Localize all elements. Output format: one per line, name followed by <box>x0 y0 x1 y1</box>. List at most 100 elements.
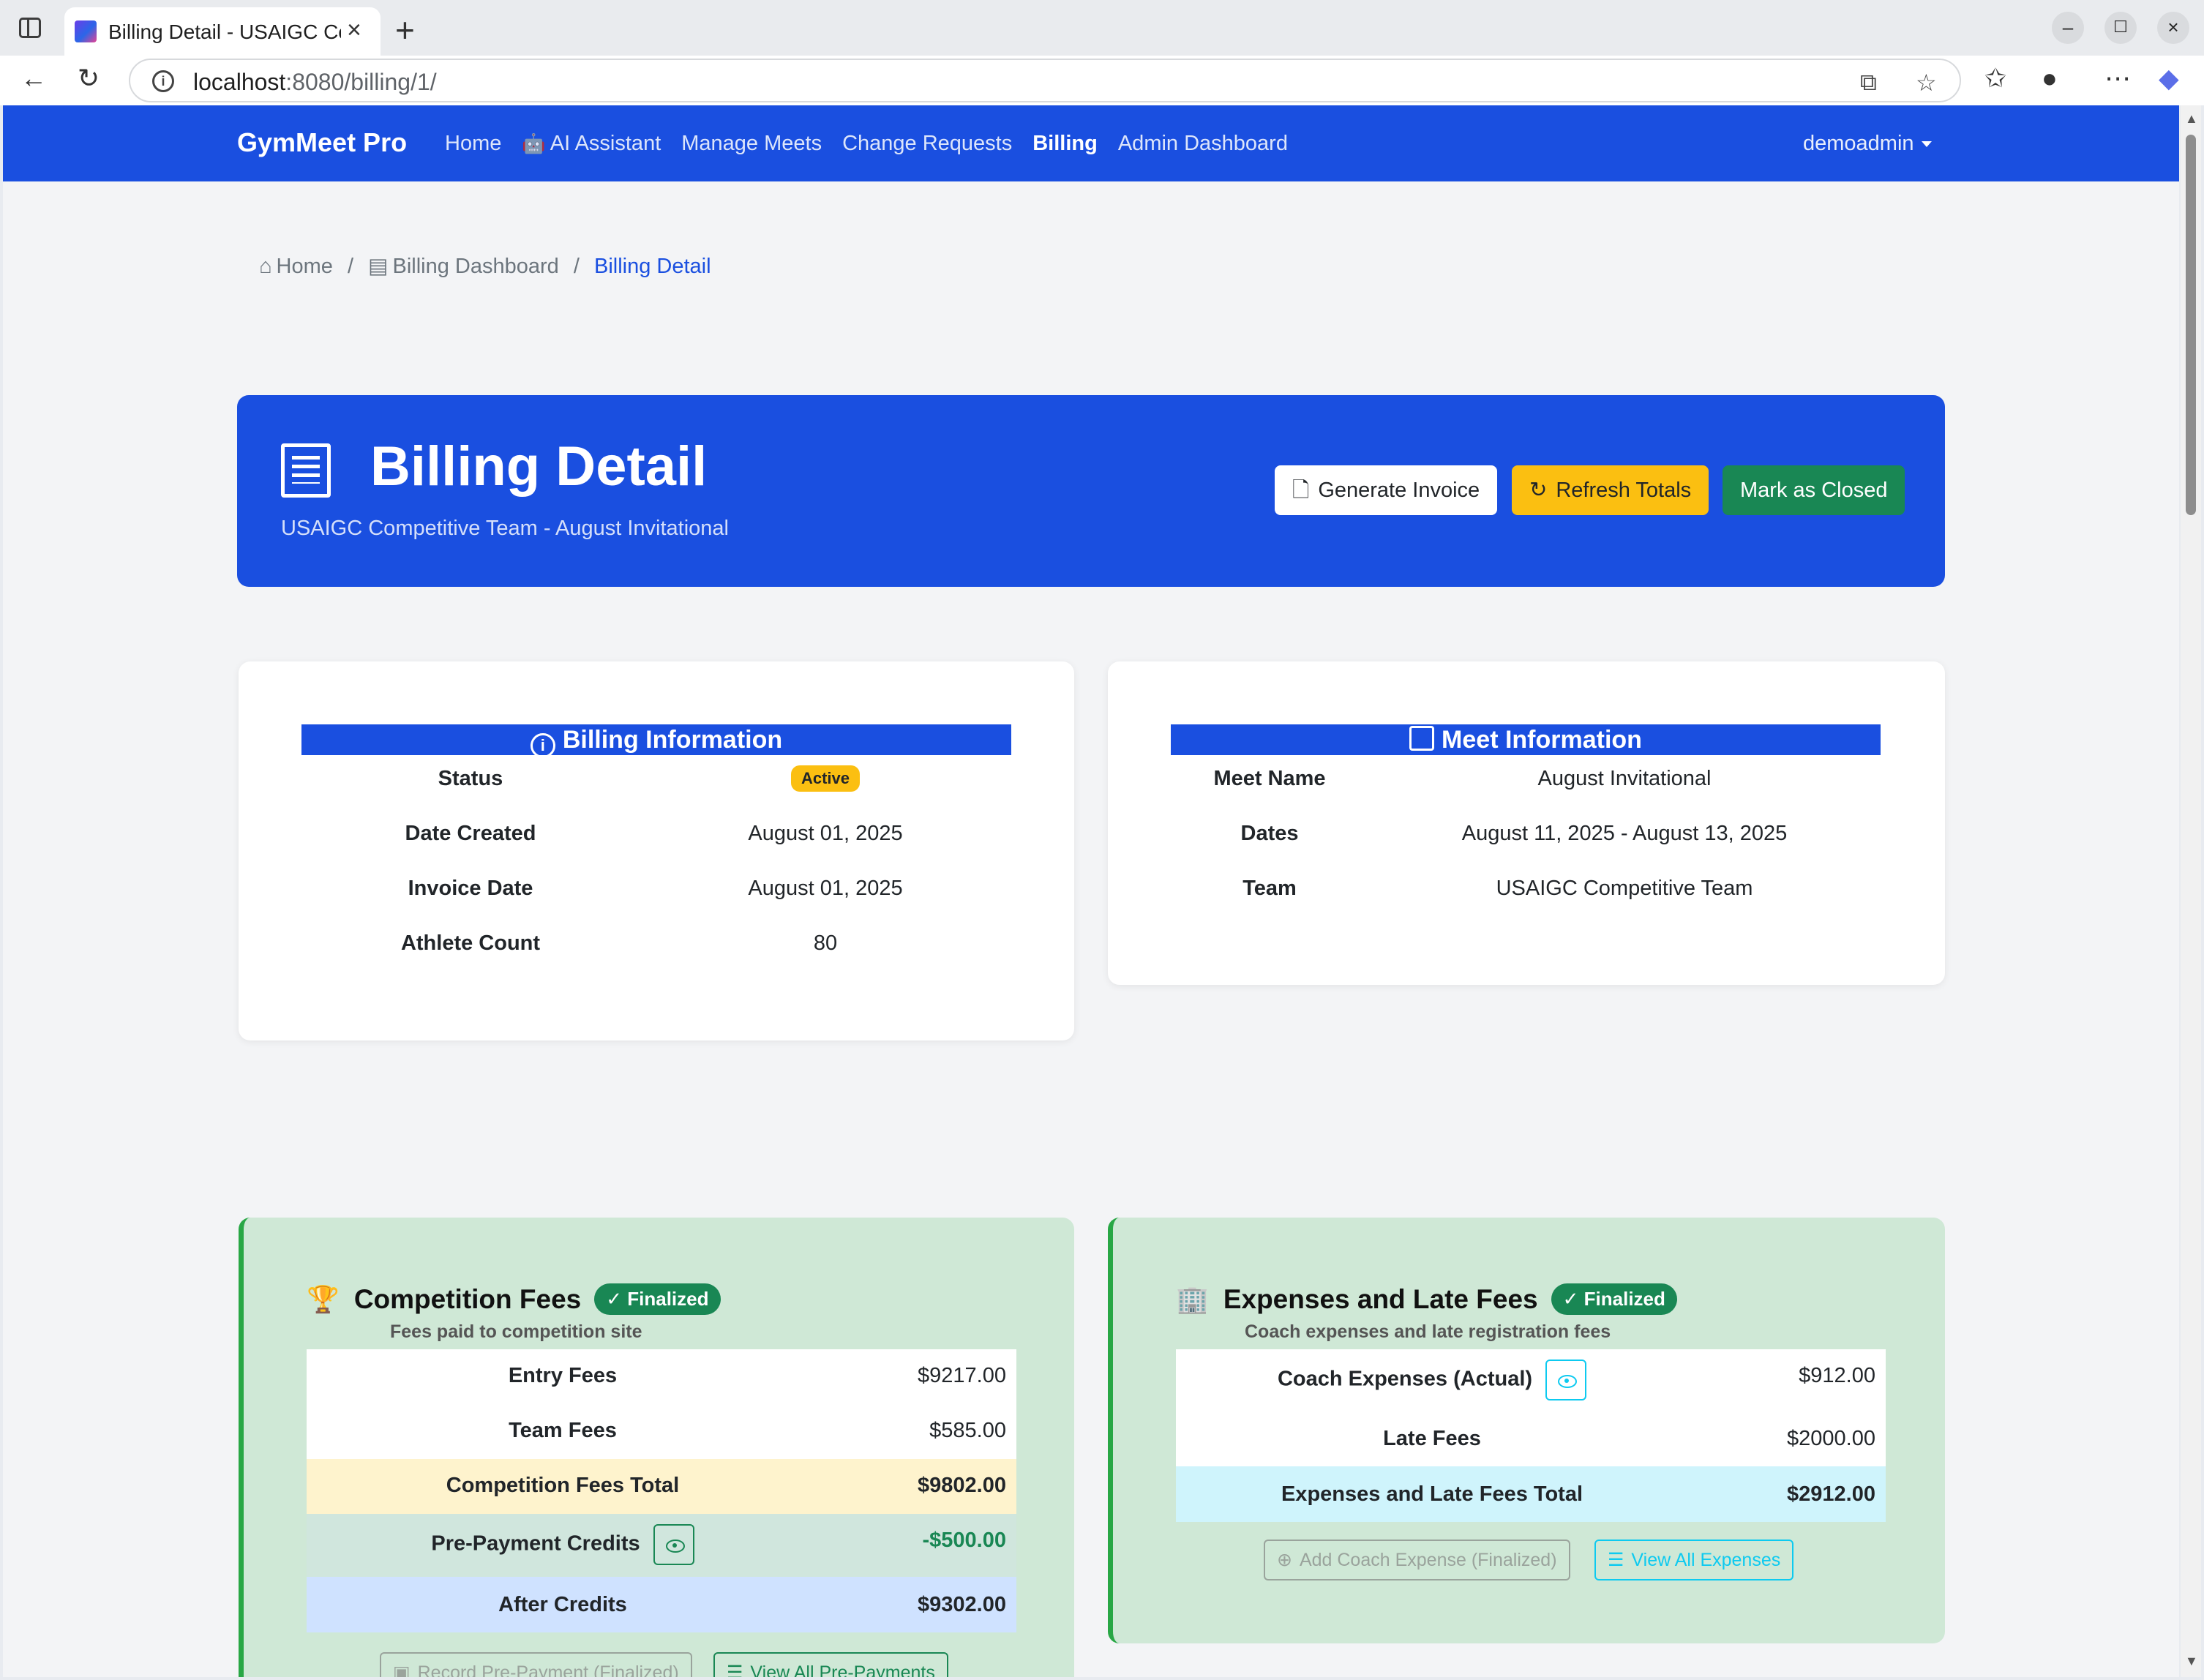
scroll-down-icon[interactable]: ▼ <box>2185 1654 2198 1669</box>
row-value: $9802.00 <box>918 1474 1006 1497</box>
table-row: Coach Expenses (Actual) $912.00 <box>1176 1349 1886 1411</box>
view-coach-expenses-eye-button[interactable] <box>1545 1360 1587 1400</box>
expenses-late-fees-card: 🏢 Expenses and Late Fees ✓ Finalized Coach… <box>1108 1218 1945 1643</box>
window-close-icon[interactable]: × <box>2157 12 2189 44</box>
nav-home[interactable]: Home <box>445 132 501 156</box>
add-coach-expense-button: ⊕ Add Coach Expense (Finalized) <box>1264 1540 1570 1580</box>
maximize-icon[interactable]: ☐ <box>2104 12 2137 44</box>
nav-change-requests[interactable]: Change Requests <box>842 132 1012 156</box>
competition-fees-card: 🏆 Competition Fees ✓ Finalized Fees paid t… <box>239 1218 1074 1677</box>
minimize-icon[interactable]: – <box>2052 12 2084 44</box>
finalized-badge: ✓ Finalized <box>594 1283 721 1315</box>
tab-actions-icon[interactable] <box>19 18 41 38</box>
favorite-star-icon[interactable]: ☆ <box>1916 69 1937 97</box>
row-label: Meet Name <box>1213 767 1326 790</box>
status-badge: Active <box>790 765 861 792</box>
calendar-icon <box>1409 726 1435 751</box>
back-icon[interactable]: ← <box>20 63 47 94</box>
view-credits-eye-button[interactable] <box>653 1524 694 1565</box>
page-scrollbar[interactable]: ▲ ▼ <box>2181 105 2201 1677</box>
trophy-icon: 🏆 <box>307 1284 340 1314</box>
user-menu[interactable]: demoadmin <box>1803 132 1932 156</box>
tab-title: Billing Detail - USAIGC Cor <box>108 20 341 43</box>
scroll-up-icon[interactable]: ▲ <box>2185 111 2198 127</box>
browser-tab-bar: Billing Detail - USAIGC Cor × + – ☐ × <box>0 0 2204 56</box>
row-value: $912.00 <box>1799 1364 1875 1387</box>
favorites-icon[interactable]: ✩ <box>1984 63 2006 94</box>
tab-close-icon[interactable]: × <box>347 16 361 45</box>
expenses-title: 🏢 Expenses and Late Fees ✓ Finalized <box>1176 1283 1677 1315</box>
table-row-total: Competition Fees Total $9802.00 <box>307 1459 1016 1514</box>
building-icon: 🏢 <box>1176 1284 1209 1314</box>
table-row: Team Fees $585.00 <box>307 1404 1016 1459</box>
scrollbar-thumb[interactable] <box>2186 135 2196 515</box>
view-all-prepayments-button[interactable]: ☰ View All Pre-Payments <box>713 1652 948 1677</box>
billing-information-card: i Billing Information Status Active Date … <box>239 661 1074 1040</box>
reload-icon[interactable]: ↻ <box>78 63 100 94</box>
meet-row-dates: Dates August 11, 2025 - August 13, 2025 <box>1171 810 1881 854</box>
list-icon: ☰ <box>1608 1550 1624 1570</box>
table-row: Entry Fees $9217.00 <box>307 1349 1016 1404</box>
receipt-icon <box>281 443 331 498</box>
row-label: Athlete Count <box>400 931 541 955</box>
breadcrumb-home[interactable]: Home <box>277 255 333 278</box>
generate-invoice-button[interactable]: 🗋 Generate Invoice <box>1275 465 1498 515</box>
row-value: $9302.00 <box>918 1593 1006 1616</box>
refresh-totals-button[interactable]: ↻ Refresh Totals <box>1512 465 1709 515</box>
nav-billing[interactable]: Billing <box>1032 132 1098 156</box>
competition-fees-title: 🏆 Competition Fees ✓ Finalized <box>307 1283 721 1315</box>
file-icon: 🗋 <box>1292 479 1310 502</box>
open-in-app-icon[interactable]: ⧉ <box>1860 69 1877 97</box>
info-icon: i <box>530 733 555 758</box>
row-label: Status <box>438 767 503 790</box>
brand-logo[interactable]: GymMeet Pro <box>237 127 407 158</box>
row-value: $2912.00 <box>1787 1482 1875 1506</box>
row-label: Late Fees <box>1383 1427 1481 1450</box>
chevron-down-icon <box>1921 141 1932 148</box>
table-row-total: Expenses and Late Fees Total $2912.00 <box>1176 1466 1886 1522</box>
view-all-expenses-button[interactable]: ☰ View All Expenses <box>1594 1540 1794 1580</box>
row-value: August 01, 2025 <box>748 822 903 845</box>
address-toolbar: ← ↻ i localhost:8080/billing/1/ ⧉ ☆ ✩ ● … <box>0 56 2204 105</box>
receipt-icon: ▤ <box>368 255 389 278</box>
competition-fees-table: Entry Fees $9217.00 Team Fees $585.00 Co… <box>307 1349 1016 1632</box>
row-label: Date Created <box>405 822 536 845</box>
nav-ai-assistant[interactable]: 🤖 AI Assistant <box>522 132 661 156</box>
row-label: Dates <box>1240 822 1299 845</box>
browser-tab[interactable]: Billing Detail - USAIGC Cor × <box>64 7 381 56</box>
refresh-icon: ↻ <box>1529 479 1548 502</box>
nav-admin-dashboard[interactable]: Admin Dashboard <box>1118 132 1288 156</box>
more-menu-icon[interactable]: ⋯ <box>2104 63 2131 94</box>
copilot-icon[interactable]: ◆ <box>2159 63 2179 94</box>
row-label: Coach Expenses (Actual) <box>1176 1360 1688 1400</box>
nav-manage-meets[interactable]: Manage Meets <box>681 132 822 156</box>
expenses-subtitle: Coach expenses and late registration fee… <box>1245 1321 1611 1342</box>
meet-information-heading: Meet Information <box>1171 724 1881 755</box>
table-row: Late Fees $2000.00 <box>1176 1411 1886 1466</box>
meet-row-team: Team USAIGC Competitive Team <box>1171 865 1881 909</box>
list-icon: ☰ <box>727 1662 743 1677</box>
row-value: USAIGC Competitive Team <box>1496 877 1753 900</box>
page-title: Billing Detail <box>370 435 708 498</box>
url-bar[interactable]: i localhost:8080/billing/1/ ⧉ ☆ <box>129 59 1961 102</box>
row-value: $585.00 <box>929 1419 1006 1442</box>
plus-circle-icon: ⊕ <box>1277 1550 1292 1570</box>
breadcrumb-billing-dashboard[interactable]: Billing Dashboard <box>392 255 558 278</box>
expenses-table: Coach Expenses (Actual) $912.00 Late Fee… <box>1176 1349 1886 1522</box>
top-navbar: GymMeet Pro Home 🤖 AI Assistant Manage Me… <box>3 105 2179 181</box>
row-value: August Invitational <box>1537 767 1712 790</box>
profile-avatar-icon[interactable]: ● <box>2042 63 2058 94</box>
finalized-badge: ✓ Finalized <box>1551 1283 1677 1315</box>
row-value: August 01, 2025 <box>748 877 903 900</box>
robot-icon: 🤖 <box>522 132 546 154</box>
row-value: 80 <box>813 931 838 955</box>
table-row-after-credits: After Credits $9302.00 <box>307 1577 1016 1632</box>
mark-as-closed-button[interactable]: Mark as Closed <box>1723 465 1905 515</box>
billing-information-heading: i Billing Information <box>301 724 1011 758</box>
row-label: After Credits <box>498 1593 627 1616</box>
row-value: August 11, 2025 - August 13, 2025 <box>1461 822 1788 845</box>
new-tab-icon[interactable]: + <box>395 10 415 50</box>
site-info-icon[interactable]: i <box>152 70 174 92</box>
meet-row-name: Meet Name August Invitational <box>1171 755 1881 799</box>
row-label: Team Fees <box>509 1419 617 1442</box>
